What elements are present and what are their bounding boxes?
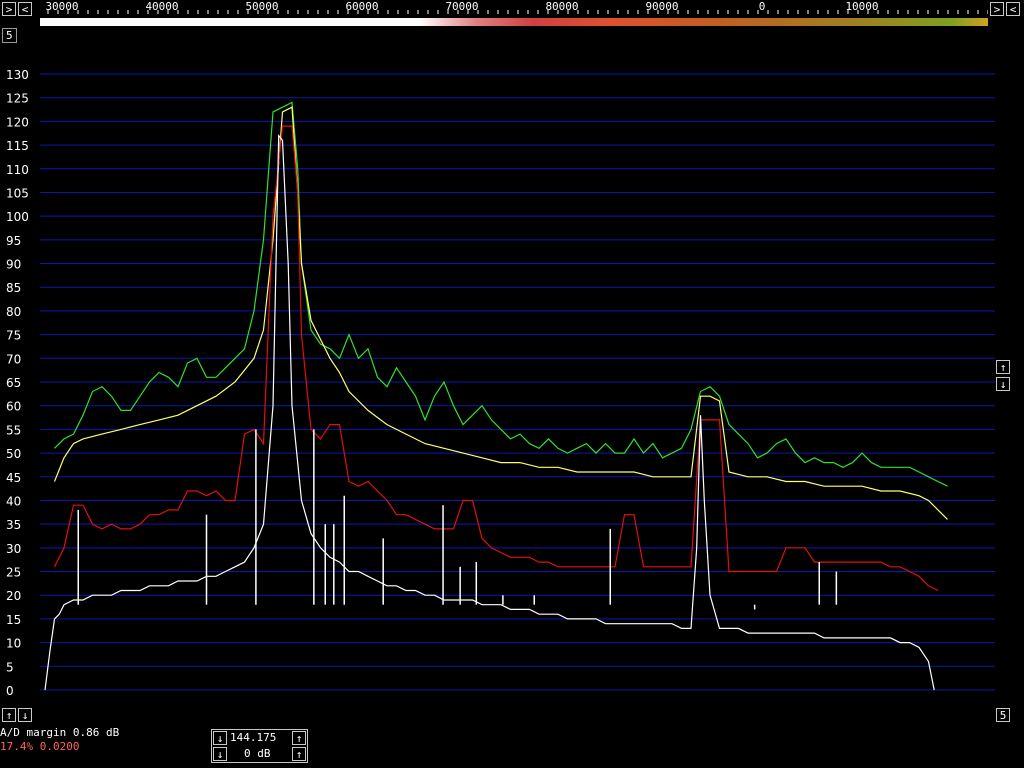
y-tick-label: 40 xyxy=(6,494,21,508)
ruler-label: 30000 xyxy=(45,0,78,13)
y-tick-label: 45 xyxy=(6,471,21,485)
y-tick-label: 65 xyxy=(6,376,21,390)
y-tick-label: 100 xyxy=(6,210,29,224)
scale-down-button[interactable]: ↓ xyxy=(996,377,1010,391)
tuning-box: ↓ 144.175 ↑ ↓ 0 dB ↑ xyxy=(211,729,308,763)
ruler-label: 80000 xyxy=(545,0,578,13)
y-tick-label: 120 xyxy=(6,115,29,129)
y-tick-label: 70 xyxy=(6,352,21,366)
y-tick-label: 25 xyxy=(6,566,21,580)
y-tick-label: 15 xyxy=(6,613,21,627)
y-tick-label: 125 xyxy=(6,92,29,106)
scroll-left-button[interactable]: > xyxy=(2,2,16,16)
scale-up-button[interactable]: ↑ xyxy=(996,360,1010,374)
level-down-button[interactable]: ↓ xyxy=(18,708,32,722)
scroll-right-button-2[interactable]: < xyxy=(1006,2,1020,16)
scroll-left-button-2[interactable]: < xyxy=(18,2,32,16)
scroll-right-button[interactable]: > xyxy=(990,2,1004,16)
y-tick-label: 60 xyxy=(6,400,21,414)
y-tick-label: 0 xyxy=(6,684,14,698)
y-tick-label: 110 xyxy=(6,163,29,177)
gain-down-button[interactable]: ↓ xyxy=(213,747,227,761)
y-tick-label: 30 xyxy=(6,542,21,556)
frequency-ruler[interactable]: 30000 40000 50000 60000 70000 80000 90000 0 1000… xyxy=(40,0,988,14)
y-tick-label: 90 xyxy=(6,258,21,272)
y-tick-label: 115 xyxy=(6,139,29,153)
ruler-label: 70000 xyxy=(445,0,478,13)
y-tick-label: 130 xyxy=(6,68,29,82)
frequency-readout: 144.175 xyxy=(230,731,277,744)
ruler-label: 50000 xyxy=(245,0,278,13)
y-tick-label: 80 xyxy=(6,305,21,319)
ruler-label: 10000 xyxy=(845,0,878,13)
waterfall-strip xyxy=(40,18,988,26)
freq-up-button[interactable]: ↑ xyxy=(292,731,306,745)
y-tick-label: 5 xyxy=(6,660,14,674)
spectrum-chart: 0 5 10 15 20 25 30 35 40 45 50 55 60 65 70 75 80 85 90 95 10… xyxy=(6,68,995,698)
freq-down-button[interactable]: ↓ xyxy=(213,731,227,745)
ad-margin-text: A/D margin 0.86 dB xyxy=(0,726,120,739)
ruler-label: 90000 xyxy=(645,0,678,13)
percent-text: 17.4% 0.0200 xyxy=(0,740,80,753)
gain-readout: 0 dB xyxy=(244,747,271,760)
y-tick-label: 105 xyxy=(6,186,29,200)
ruler-label: 40000 xyxy=(145,0,178,13)
gain-up-button[interactable]: ↑ xyxy=(292,747,306,761)
y-tick-label: 55 xyxy=(6,423,21,437)
series-line-green xyxy=(54,101,948,487)
series-line-white xyxy=(44,133,935,691)
level-up-button[interactable]: ↑ xyxy=(2,708,16,722)
y-tick-label: 85 xyxy=(6,281,21,295)
y-tick-label: 95 xyxy=(6,234,21,248)
y-tick-label: 20 xyxy=(6,589,21,603)
y-tick-label: 35 xyxy=(6,518,21,532)
ruler-label: 60000 xyxy=(345,0,378,13)
y-tick-label: 50 xyxy=(6,447,21,461)
ruler-label: 0 xyxy=(759,0,766,13)
y-tick-label: 75 xyxy=(6,329,21,343)
right-corner-label[interactable]: 5 xyxy=(996,708,1010,722)
y-tick-label: 10 xyxy=(6,637,21,651)
